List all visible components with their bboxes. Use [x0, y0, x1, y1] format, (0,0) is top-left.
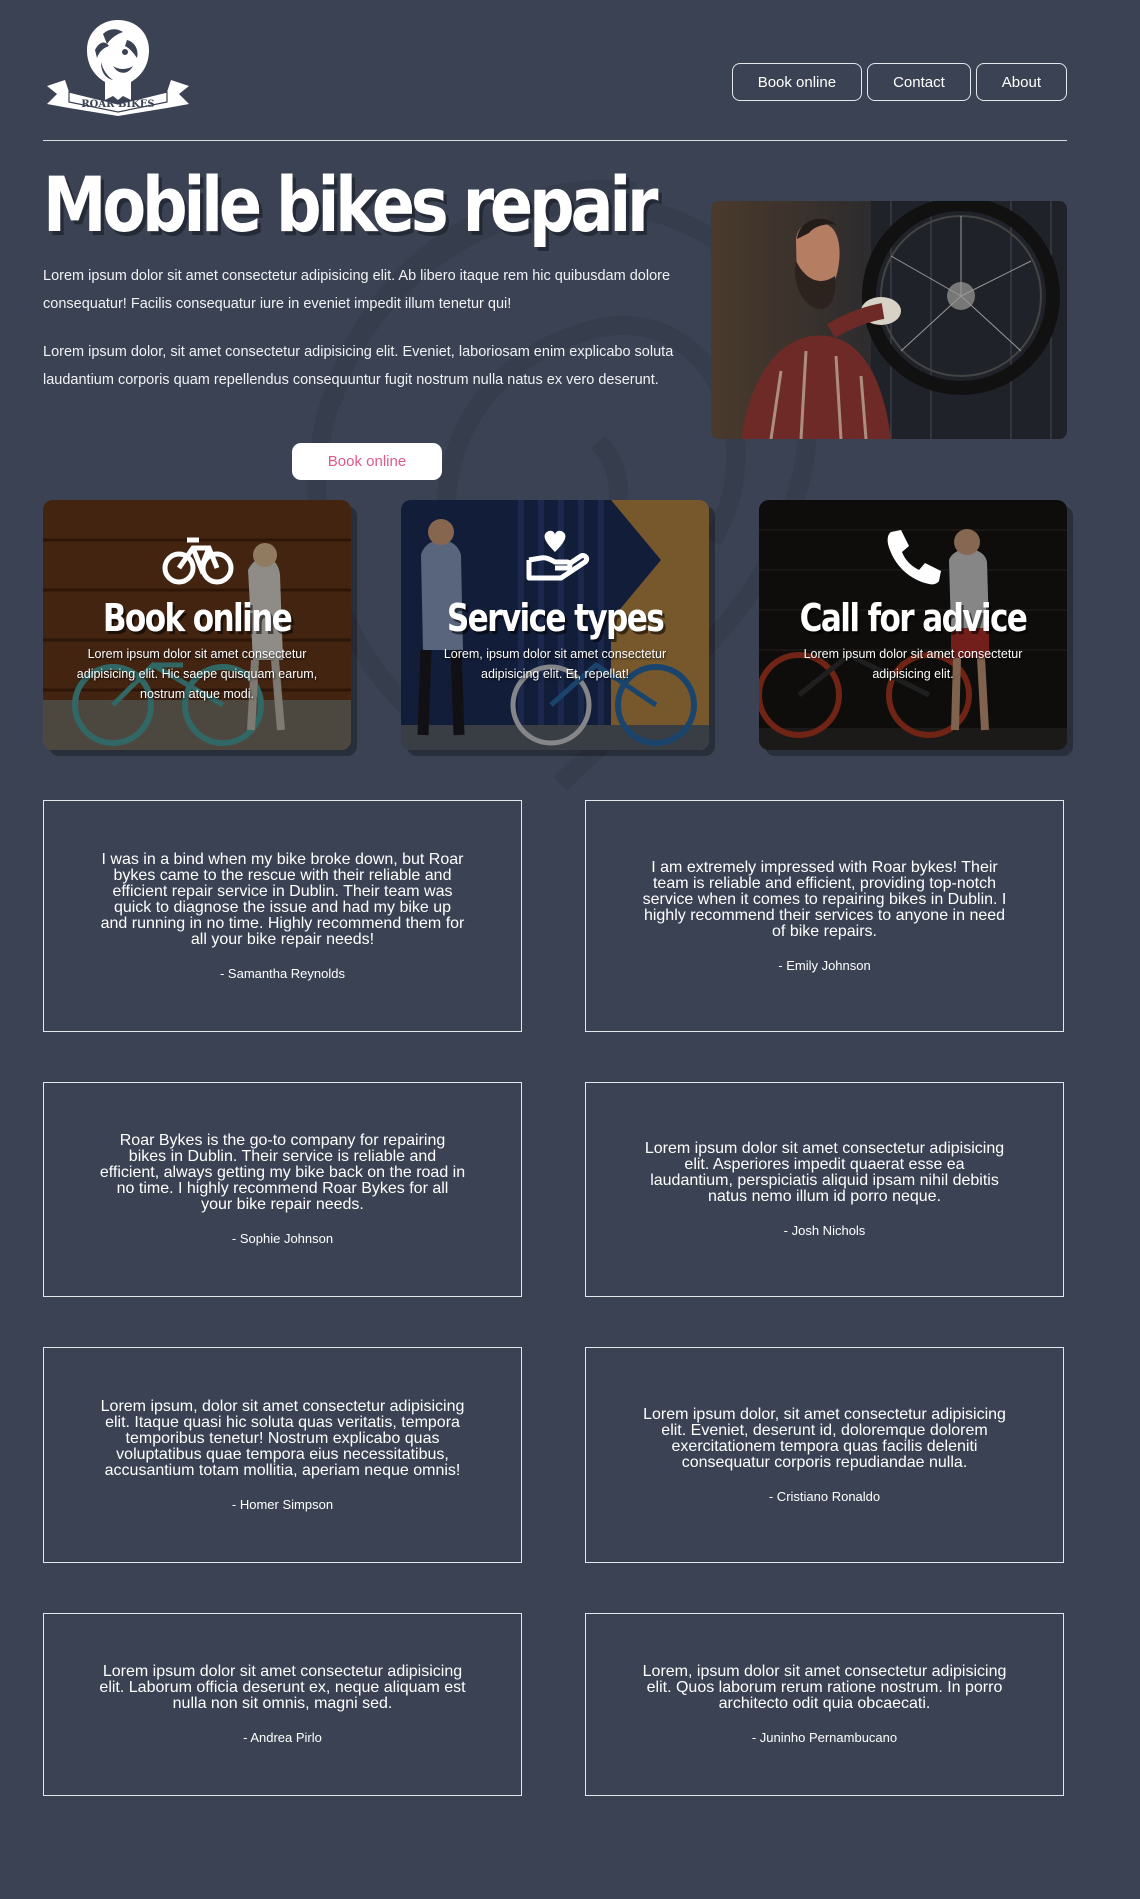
testimonial-quote: Lorem ipsum, dolor sit amet consectetur …	[100, 1397, 465, 1479]
testimonial-author: - Cristiano Ronaldo	[768, 1488, 881, 1504]
nav-book-online-button[interactable]: Book online	[731, 63, 863, 101]
hand-heart-icon	[526, 530, 590, 581]
testimonial-card: I was in a bind when my bike broke down,…	[43, 800, 522, 1032]
testimonial-author: - Sophie Johnson	[231, 1231, 334, 1246]
testimonial-card: Lorem ipsum dolor sit amet consectetur a…	[585, 1082, 1064, 1297]
testimonial-author: - Samantha Reynolds	[219, 965, 345, 981]
logo-wordmark: ROAR BIKES	[81, 99, 154, 110]
card-service-types[interactable]: Service types Lorem, ipsum dolor sit ame…	[401, 500, 709, 750]
mechanic-photo	[711, 201, 1067, 439]
hero-paragraph-1: Lorem ipsum dolor sit amet consectetur a…	[43, 268, 671, 312]
card-description: Lorem ipsum dolor sit amet consectetur a…	[76, 647, 318, 701]
card-title: Service types	[446, 596, 665, 640]
phone-icon	[887, 530, 941, 585]
testimonial-card: Roar Bykes is the go-to company for repa…	[43, 1082, 522, 1297]
header-divider	[43, 140, 1067, 141]
testimonial-author: - Juninho Pernambucano	[751, 1730, 898, 1745]
card-title: Call for advice	[799, 596, 1028, 640]
testimonial-author: - Homer Simpson	[231, 1496, 334, 1512]
testimonial-author: - Emily Johnson	[778, 957, 871, 973]
testimonial-quote: Lorem ipsum dolor sit amet consectetur a…	[99, 1663, 466, 1712]
testimonial-quote: Lorem, ipsum dolor sit amet consectetur …	[642, 1663, 1007, 1712]
testimonial-quote: Lorem ipsum dolor sit amet consectetur a…	[644, 1140, 1005, 1205]
card-title: Book online	[102, 596, 293, 640]
testimonial-card: Lorem, ipsum dolor sit amet consectetur …	[585, 1613, 1064, 1796]
testimonial-card: Lorem ipsum, dolor sit amet consectetur …	[43, 1347, 522, 1563]
card-call-for-advice[interactable]: Call for advice Lorem ipsum dolor sit am…	[759, 500, 1067, 750]
testimonial-quote: Roar Bykes is the go-to company for repa…	[99, 1132, 466, 1213]
testimonial-quote: Lorem ipsum dolor, sit amet consectetur …	[643, 1405, 1006, 1471]
card-description: Lorem ipsum dolor sit amet consectetur a…	[803, 647, 1023, 681]
nav-about-button[interactable]: About	[975, 63, 1067, 101]
card-book-online[interactable]: Book online Lorem ipsum dolor sit amet c…	[43, 500, 351, 750]
hero-paragraph-2: Lorem ipsum dolor, sit amet consectetur …	[43, 344, 674, 388]
testimonial-card: I am extremely impressed with Roar bykes…	[585, 800, 1064, 1032]
testimonial-card: Lorem ipsum dolor sit amet consectetur a…	[43, 1613, 522, 1796]
testimonial-quote: I am extremely impressed with Roar bykes…	[642, 858, 1007, 940]
roar-bikes-logo[interactable]: ROAR BIKES	[43, 16, 193, 116]
testimonial-quote: I was in a bind when my bike broke down,…	[100, 850, 465, 948]
testimonial-author: - Andrea Pirlo	[243, 1730, 322, 1745]
top-navigation: Book online Contact About	[731, 63, 1067, 101]
card-description: Lorem, ipsum dolor sit amet consectetur …	[443, 647, 667, 681]
testimonial-author: - Josh Nichols	[783, 1223, 866, 1238]
hero-book-online-button[interactable]: Book online	[292, 443, 442, 480]
testimonial-card: Lorem ipsum dolor, sit amet consectetur …	[585, 1347, 1064, 1563]
nav-contact-button[interactable]: Contact	[867, 63, 971, 101]
hero-title: Mobile bikes repair	[43, 160, 659, 249]
bicycle-icon	[162, 537, 234, 585]
